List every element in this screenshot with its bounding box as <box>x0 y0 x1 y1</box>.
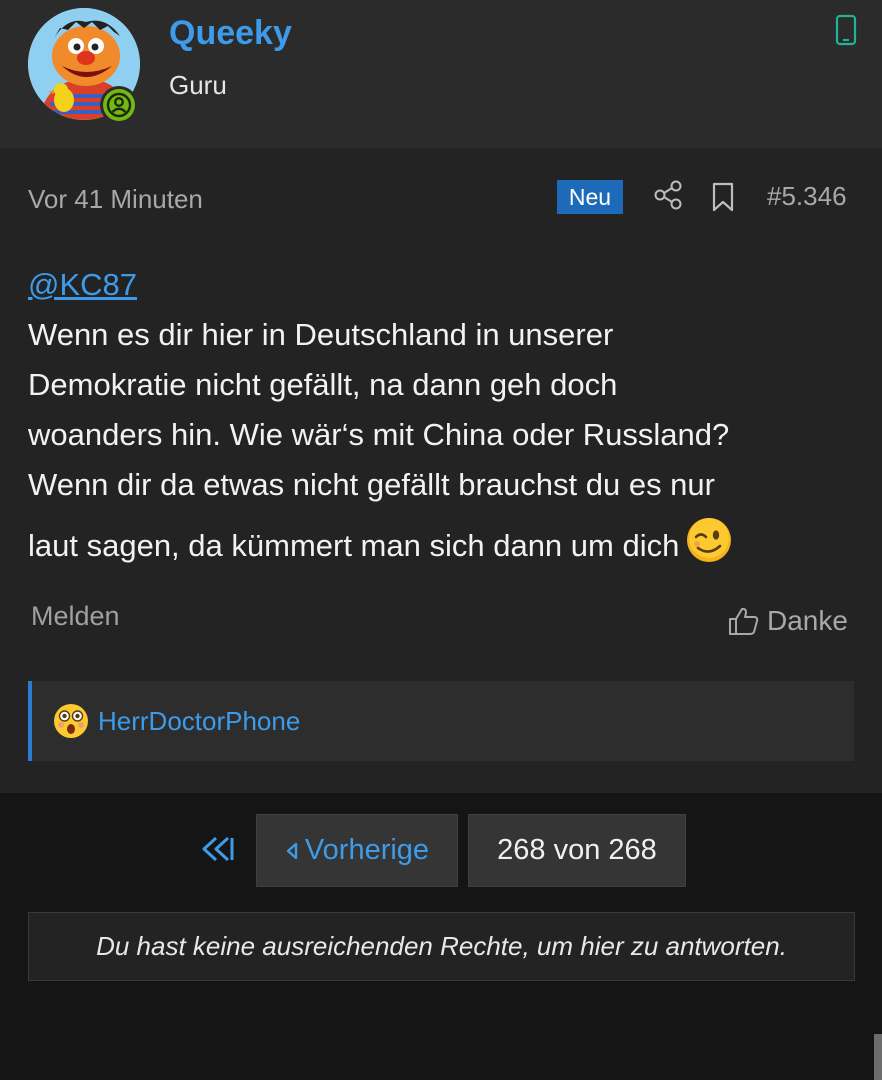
post-text-line: Wenn dir da etwas nicht gefällt brauchst… <box>28 467 715 502</box>
user-title: Guru <box>169 70 227 100</box>
share-icon[interactable] <box>652 179 684 211</box>
report-link[interactable]: Melden <box>31 601 120 632</box>
reply-permission-notice: Du hast keine ausreichenden Rechte, um h… <box>28 912 855 981</box>
post-author-header: Queeky Guru <box>0 0 882 148</box>
user-mention-link[interactable]: @KC87 <box>28 267 137 302</box>
scrollbar-thumb[interactable] <box>874 1034 882 1080</box>
bookmark-icon[interactable] <box>710 181 736 213</box>
first-page-icon[interactable] <box>198 832 238 866</box>
post-number[interactable]: #5.346 <box>767 181 847 212</box>
post-text-line: Wenn es dir hier in Deutschland in unser… <box>28 317 614 352</box>
online-status-badge <box>100 86 138 124</box>
post-content: @KC87 Wenn es dir hier in Deutschland in… <box>28 260 854 571</box>
thanks-button[interactable]: Danke <box>727 601 848 641</box>
previous-page-button[interactable]: Vorherige <box>256 814 458 887</box>
thread-page: Queeky Guru Vor 41 Minuten Neu #5.346 @K… <box>0 0 882 1080</box>
reaction-user-link[interactable]: HerrDoctorPhone <box>98 706 300 737</box>
thanks-label: Danke <box>767 605 848 636</box>
page-indicator[interactable]: 268 von 268 <box>468 814 686 887</box>
new-badge: Neu <box>557 180 623 214</box>
avatar[interactable] <box>28 8 140 124</box>
mobile-device-icon <box>835 14 857 46</box>
winking-face-icon <box>687 518 732 562</box>
user-online-icon <box>106 92 132 118</box>
post-text-line: laut sagen, da kümmert man sich dann um … <box>28 528 680 563</box>
username-link[interactable]: Queeky <box>169 14 292 53</box>
post-text-line: Demokratie nicht gefällt, na dann geh do… <box>28 367 618 402</box>
astonished-face-icon <box>54 704 88 738</box>
caret-left-icon <box>286 842 298 859</box>
thumbs-up-icon <box>729 607 759 635</box>
post: Vor 41 Minuten Neu #5.346 @KC87 Wenn es … <box>0 148 882 793</box>
reactions-list: HerrDoctorPhone <box>28 681 854 761</box>
post-text-line: woanders hin. Wie wär‘s mit China oder R… <box>28 417 730 452</box>
previous-page-label: Vorherige <box>304 834 430 866</box>
post-timestamp[interactable]: Vor 41 Minuten <box>28 184 203 215</box>
